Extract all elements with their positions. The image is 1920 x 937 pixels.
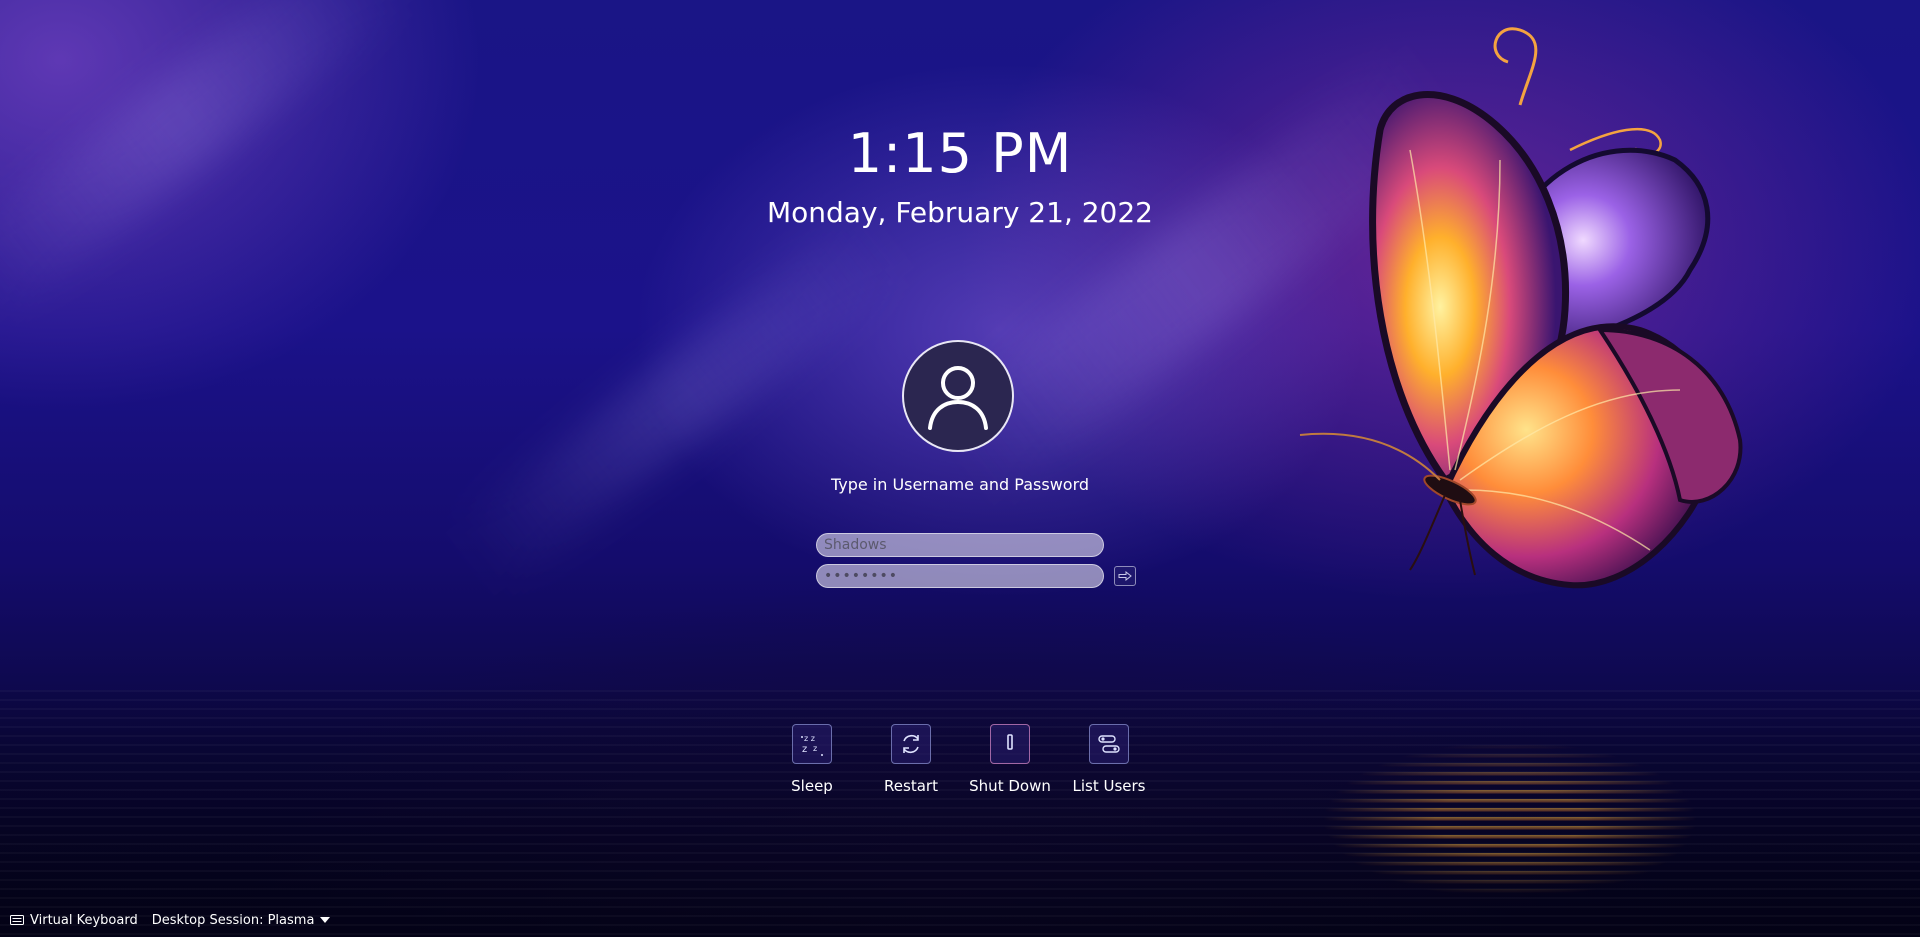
desktop-session-label: Desktop Session: Plasma: [151, 912, 315, 928]
password-input[interactable]: [816, 564, 1104, 588]
chevron-down-icon: [320, 917, 331, 923]
keyboard-icon: [10, 915, 24, 925]
restart-icon: [891, 724, 931, 764]
sleep-button[interactable]: z z z z Sleep: [764, 724, 860, 796]
desktop-session-selector[interactable]: Desktop Session: Plasma: [152, 913, 331, 928]
light-streak: [0, 0, 413, 321]
login-screen: 1:15 PM Monday, February 21, 2022 Type i…: [0, 0, 1920, 937]
power-icon: [990, 724, 1030, 764]
username-input[interactable]: [816, 533, 1104, 557]
user-avatar: [902, 340, 1014, 452]
svg-text:z: z: [802, 744, 807, 755]
sleep-label: Sleep: [791, 777, 833, 795]
shutdown-button[interactable]: Shut Down: [962, 724, 1058, 796]
arrow-right-icon: [1118, 571, 1132, 581]
list-users-button[interactable]: List Users: [1061, 724, 1157, 796]
butterfly-wallpaper: [1299, 27, 1743, 589]
shutdown-label: Shut Down: [969, 777, 1051, 795]
restart-label: Restart: [884, 777, 938, 795]
bottom-bar: Virtual Keyboard Desktop Session: Plasma: [0, 903, 400, 937]
login-button[interactable]: [1114, 566, 1136, 586]
virtual-keyboard-label: Virtual Keyboard: [30, 912, 138, 928]
clock-date: Monday, February 21, 2022: [767, 196, 1153, 229]
restart-button[interactable]: Restart: [863, 724, 959, 796]
sleep-icon: z z z z: [792, 724, 832, 764]
list-users-icon: [1089, 724, 1129, 764]
butterfly-reflection: [1260, 700, 1760, 910]
svg-text:z: z: [813, 744, 817, 753]
clock-time: 1:15 PM: [847, 122, 1073, 185]
login-prompt: Type in Username and Password: [830, 475, 1090, 494]
list-users-label: List Users: [1072, 777, 1146, 795]
virtual-keyboard-button[interactable]: Virtual Keyboard: [10, 913, 138, 928]
svg-text:z z: z z: [804, 734, 815, 743]
user-icon: [928, 366, 988, 430]
